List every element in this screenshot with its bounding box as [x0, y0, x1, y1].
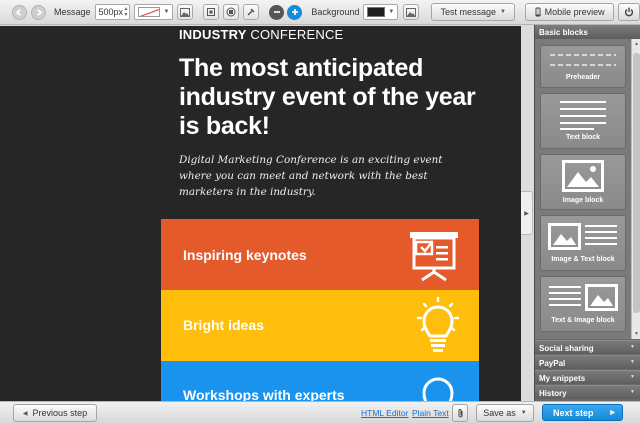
section-history[interactable]: History ▼	[535, 385, 640, 399]
section-paypal[interactable]: PayPal ▼	[535, 355, 640, 369]
eyedropper-icon	[247, 8, 255, 16]
top-toolbar: Message 500px ▲ ▼ ▼ Background ▼ Test mes…	[0, 0, 640, 25]
presentation-icon	[410, 232, 458, 282]
block-label: Image block	[562, 197, 604, 204]
mobile-preview-label: Mobile preview	[544, 7, 605, 17]
chevron-down-icon: ▼	[520, 410, 527, 416]
conference-label-bold: INDUSTRY	[179, 27, 247, 42]
html-editor-link[interactable]: HTML Editor	[361, 408, 408, 418]
blocks-list: Preheader Text block Image block Image &…	[535, 39, 631, 339]
chevron-right-icon: ▶	[524, 210, 529, 217]
previous-step-button[interactable]: ◀ Previous step	[13, 404, 97, 422]
block-text-image[interactable]: Text & Image block	[540, 276, 626, 332]
intro-text[interactable]: Digital Marketing Conference is an excit…	[179, 152, 474, 200]
blocks-panel: Basic blocks Preheader Text block Image …	[534, 25, 640, 401]
feature-band-label: Workshops with experts	[183, 387, 345, 401]
previous-step-label: Previous step	[32, 408, 88, 418]
save-as-label: Save as	[483, 408, 516, 418]
email-canvas[interactable]: INDUSTRY CONFERENCE The most anticipated…	[0, 26, 521, 401]
zoom-in-icon[interactable]	[287, 4, 303, 20]
text-lines-icon	[560, 101, 606, 130]
mobile-phone-icon	[535, 7, 541, 17]
panel-title[interactable]: Basic blocks	[535, 25, 640, 39]
stop-button[interactable]	[223, 4, 240, 20]
message-label: Message	[53, 7, 91, 17]
feature-band-label: Bright ideas	[183, 317, 264, 333]
chevron-left-icon: ◀	[22, 410, 28, 417]
block-text[interactable]: Text block	[540, 93, 626, 149]
plain-text-link[interactable]: Plain Text	[412, 408, 449, 418]
chevron-down-icon: ▼	[630, 389, 635, 395]
scroll-up-icon[interactable]: ▲	[632, 41, 640, 47]
section-social-sharing[interactable]: Social sharing ▼	[535, 340, 640, 354]
section-label: My snippets	[539, 374, 586, 383]
conference-label[interactable]: INDUSTRY CONFERENCE	[179, 27, 343, 42]
background-color-swatch	[367, 7, 386, 17]
attachment-button[interactable]	[452, 404, 468, 422]
paperclip-icon	[458, 408, 462, 418]
fit-screen-icon	[207, 8, 216, 16]
eyedropper-button[interactable]	[243, 4, 260, 20]
scroll-down-icon[interactable]: ▼	[632, 331, 640, 337]
blocks-scrollbar[interactable]: ▲ ▼	[631, 39, 640, 339]
lightbulb-outline-icon	[422, 377, 454, 401]
next-step-label: Next step	[553, 407, 594, 418]
panel-toggle-handle[interactable]: ▶	[521, 191, 533, 235]
no-color-swatch	[138, 7, 161, 17]
headline[interactable]: The most anticipated industry event of t…	[179, 54, 479, 141]
block-label: Preheader	[565, 74, 601, 81]
power-icon	[624, 7, 634, 17]
fit-screen-button[interactable]	[203, 4, 220, 20]
block-preheader[interactable]: Preheader	[540, 45, 626, 88]
stop-icon	[226, 7, 236, 17]
background-color-picker[interactable]: ▼	[363, 4, 399, 20]
message-width-value: 500px	[98, 7, 124, 17]
background-label: Background	[311, 7, 360, 17]
power-button[interactable]	[618, 3, 640, 21]
text-image-icon	[549, 284, 618, 311]
chevron-down-icon: ▼	[630, 359, 635, 365]
feature-band-label: Inspiring keynotes	[183, 247, 307, 263]
feature-band-ideas[interactable]: Bright ideas	[161, 290, 479, 361]
lightbulb-icon	[416, 296, 460, 352]
block-image[interactable]: Image block	[540, 154, 626, 210]
undo-icon[interactable]	[12, 4, 27, 20]
block-label: Image & Text block	[551, 256, 615, 263]
redo-icon[interactable]	[30, 4, 46, 20]
image-settings-button[interactable]	[177, 4, 194, 20]
bottom-bar: ◀ Previous step HTML Editor Plain Text S…	[0, 401, 640, 423]
zoom-out-icon[interactable]	[269, 4, 285, 20]
chevron-down-icon: ▼	[388, 9, 395, 15]
preheader-icon	[550, 54, 616, 66]
mobile-preview-button[interactable]: Mobile preview	[525, 3, 615, 21]
message-width-input[interactable]: 500px ▲ ▼	[94, 4, 131, 20]
chevron-down-icon: ▼	[630, 374, 635, 380]
image-icon	[406, 7, 417, 17]
save-as-button[interactable]: Save as ▼	[476, 404, 534, 422]
width-spinner-icon[interactable]: ▲ ▼	[124, 6, 129, 18]
conference-label-rest: CONFERENCE	[250, 27, 344, 42]
feature-band-keynotes[interactable]: Inspiring keynotes	[161, 219, 479, 290]
feature-band-workshops[interactable]: Workshops with experts	[161, 361, 479, 401]
next-step-button[interactable]: Next step ▶	[542, 404, 623, 421]
section-label: Social sharing	[539, 344, 594, 353]
background-image-button[interactable]	[403, 4, 420, 20]
chevron-down-icon: ▼	[630, 344, 635, 350]
scroll-thumb[interactable]	[633, 53, 640, 313]
image-text-icon	[548, 223, 617, 250]
test-message-label: Test message	[440, 7, 497, 17]
section-label: PayPal	[539, 359, 566, 368]
border-color-picker[interactable]: ▼	[134, 4, 174, 20]
image-icon	[180, 7, 191, 17]
block-label: Text & Image block	[551, 317, 615, 324]
section-my-snippets[interactable]: My snippets ▼	[535, 370, 640, 384]
block-image-text[interactable]: Image & Text block	[540, 215, 626, 271]
chevron-down-icon: ▼	[500, 9, 506, 15]
block-label: Text block	[565, 134, 601, 141]
chevron-right-icon: ▶	[610, 410, 615, 416]
chevron-down-icon: ▼	[163, 9, 170, 15]
section-label: History	[539, 389, 567, 398]
image-icon	[562, 160, 604, 192]
test-message-button[interactable]: Test message ▼	[431, 3, 516, 21]
